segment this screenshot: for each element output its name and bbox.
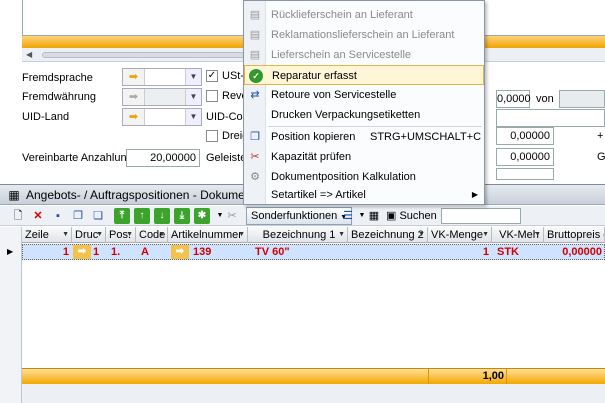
search-input[interactable] [441, 208, 521, 224]
uid-land-label: UID-Land [22, 111, 70, 123]
sum-vk-menge: 1,00 [482, 370, 504, 382]
current-row-icon: ▶ [7, 247, 14, 256]
cell-vk-menge[interactable]: 1 [429, 245, 491, 259]
chevron-down-icon: ▼ [185, 89, 201, 105]
expand-icon[interactable]: ✱ [194, 208, 210, 224]
scroll-left-icon[interactable]: ◀ [26, 50, 32, 59]
anzahlung-label: Vereinbarte Anzahlung [22, 152, 133, 164]
ust-checkbox[interactable]: ✓ [206, 70, 218, 82]
menu-item-lieferschein-service[interactable]: ▤ Lieferschein an Servicestelle [244, 45, 484, 65]
cell-bruttopreis[interactable]: 0,00000 [545, 245, 604, 259]
anzahlung-input[interactable]: 20,00000 [126, 149, 200, 167]
grid-header: Zeile ▼ Druc ▼ Pos. ▼ Code ▼ Artikelnummer ▼ … [22, 227, 605, 243]
check-circle-icon: ✓ [249, 69, 263, 83]
article-arrow-icon[interactable]: ➡ [171, 245, 189, 259]
menu-item-retoure-service[interactable]: ⇄ Retoure von Servicestelle [244, 85, 484, 105]
cell-bezeichnung2[interactable] [351, 245, 427, 259]
grid-layout-icon[interactable]: ▦ [366, 208, 382, 224]
print-arrow-icon[interactable]: ➡ [73, 245, 91, 259]
col-header-bruttopreis[interactable]: Bruttopreis e [544, 227, 605, 243]
col-header-vk-menge[interactable]: VK-Menge ▼ [428, 227, 492, 243]
return-doc-icon: ▤ [249, 9, 261, 21]
grid-horizontal-scrollbar[interactable] [22, 384, 605, 403]
von-label: von [536, 93, 554, 105]
amount-field-1: 0,00000 [496, 127, 554, 145]
menu-item-reklamation[interactable]: ▤ Reklamationslieferschein an Lieferant [244, 25, 484, 45]
sonderfunktionen-menu: ▤ Rücklieferschein an Lieferant ▤ Reklam… [243, 0, 485, 205]
search-button[interactable]: ▣ Suchen [386, 209, 437, 222]
tools-icon: ✂ [250, 151, 260, 163]
window-toolbar: 🗋 ✕ ▪ ❐ ❏ ⤒ ↑ ↓ ⤓ ✱ ▼ ✂ Sonderfunktionen… [0, 206, 605, 226]
tools-icon[interactable]: ✂ [224, 208, 240, 224]
paste-icon[interactable]: ❏ [90, 208, 106, 224]
summary-separator [506, 369, 507, 384]
arrow-right-icon[interactable]: ➡ [123, 69, 145, 85]
g-label: G [597, 151, 605, 163]
move-up-icon[interactable]: ↑ [134, 208, 150, 224]
col-header-druck[interactable]: Druc ▼ [72, 227, 106, 243]
cell-vk-meh[interactable]: STK [495, 245, 543, 259]
col-header-artikelnummer[interactable]: Artikelnummer ▼ [168, 227, 248, 243]
submenu-arrow-icon: ▶ [471, 190, 478, 199]
col-header-bezeichnung2[interactable]: Bezeichnung 2 ▼ [348, 227, 428, 243]
summary-separator [428, 369, 429, 384]
delete-icon[interactable]: ✕ [30, 208, 46, 224]
fremdsprache-combo[interactable]: ➡ ▼ [122, 68, 202, 86]
rate-input[interactable]: 0,0000 [496, 90, 531, 108]
move-bottom-icon[interactable]: ⤓ [174, 208, 190, 224]
calculator-icon: ⚙ [250, 171, 260, 183]
binoculars-icon: ▣ [386, 210, 397, 222]
new-document-icon[interactable]: 🗋 [10, 208, 26, 224]
menu-item-drucken-etiketten[interactable]: Drucken Verpackungsetiketten [244, 105, 484, 125]
cell-pos[interactable]: 1. [109, 245, 137, 259]
dreieck-checkbox[interactable] [206, 130, 218, 142]
retoure-icon: ⇄ [250, 89, 260, 101]
fremdwaehrung-label: Fremdwährung [22, 91, 96, 103]
chevron-down-icon[interactable]: ▼ [185, 69, 201, 85]
cell-code[interactable]: A [139, 245, 167, 259]
service-doc-icon: ▤ [249, 49, 261, 61]
arrow-right-icon[interactable]: ➡ [123, 109, 145, 125]
row-selector-column[interactable]: ▶ [0, 227, 22, 403]
col-header-pos[interactable]: Pos. ▼ [106, 227, 136, 243]
uid-land-combo[interactable]: ➡ ▼ [122, 108, 202, 126]
menu-item-setartikel[interactable]: Setartikel => Artikel ▶ [244, 185, 484, 205]
col-header-bezeichnung1[interactable]: Bezeichnung 1 ▼ [248, 227, 348, 243]
uid-code-input[interactable] [496, 109, 605, 127]
amount-field-2: 0,00000 [496, 148, 554, 166]
move-down-icon[interactable]: ↓ [154, 208, 170, 224]
menu-item-kalkulation[interactable]: ⚙ Dokumentposition Kalkulation [244, 167, 484, 187]
table-row[interactable]: 1 ➡ 1 1. A ➡ 139 TV 60" 1 STK 0,00000 [22, 244, 605, 260]
arrow-right-icon: ➡ [123, 89, 145, 105]
von-input[interactable] [559, 90, 605, 108]
menu-item-ruecklieferschein[interactable]: ▤ Rücklieferschein an Lieferant [244, 5, 484, 25]
col-header-zeile[interactable]: Zeile ▼ [22, 227, 72, 243]
cell-zeile[interactable]: 1 [23, 245, 71, 259]
sonderfunktionen-label: Sonderfunktionen [251, 210, 338, 222]
shortcut-label: STRG+UMSCHALT+C [370, 131, 482, 143]
plus-label: + [597, 130, 604, 142]
menu-item-position-kopieren[interactable]: ❐ Position kopieren STRG+UMSCHALT+C [244, 127, 484, 147]
chevron-down-icon[interactable]: ▼ [185, 109, 201, 125]
cell-artikelnummer[interactable]: 139 [191, 245, 247, 259]
fremdsprache-label: Fremdsprache [22, 72, 93, 84]
save-icon[interactable]: ▪ [50, 208, 66, 224]
sonderfunktionen-button[interactable]: Sonderfunktionen ▼ [246, 207, 353, 225]
menu-item-kapazitaet-pruefen[interactable]: ✂ Kapazität prüfen [244, 147, 484, 167]
col-header-code[interactable]: Code ▼ [136, 227, 168, 243]
reverse-charge-checkbox[interactable] [206, 90, 218, 102]
fremdwaehrung-combo[interactable]: ➡ ▼ [122, 88, 202, 106]
complaint-doc-icon: ▤ [249, 29, 261, 41]
cell-bezeichnung1[interactable]: TV 60" [253, 245, 347, 259]
col-header-vk-meh[interactable]: VK-Meh ▼ [492, 227, 544, 243]
copy-icon[interactable]: ❐ [70, 208, 86, 224]
table-icon: ▦ [8, 188, 20, 202]
copy-icon: ❐ [250, 131, 260, 143]
search-label: Suchen [399, 210, 437, 222]
move-top-icon[interactable]: ⤒ [114, 208, 130, 224]
amount-field-3 [496, 168, 554, 180]
menu-item-reparatur-erfasst[interactable]: ✓ Reparatur erfasst [244, 65, 484, 85]
grid-summary-bar: 1,00 [22, 368, 605, 384]
cell-druck[interactable]: 1 [91, 245, 107, 259]
